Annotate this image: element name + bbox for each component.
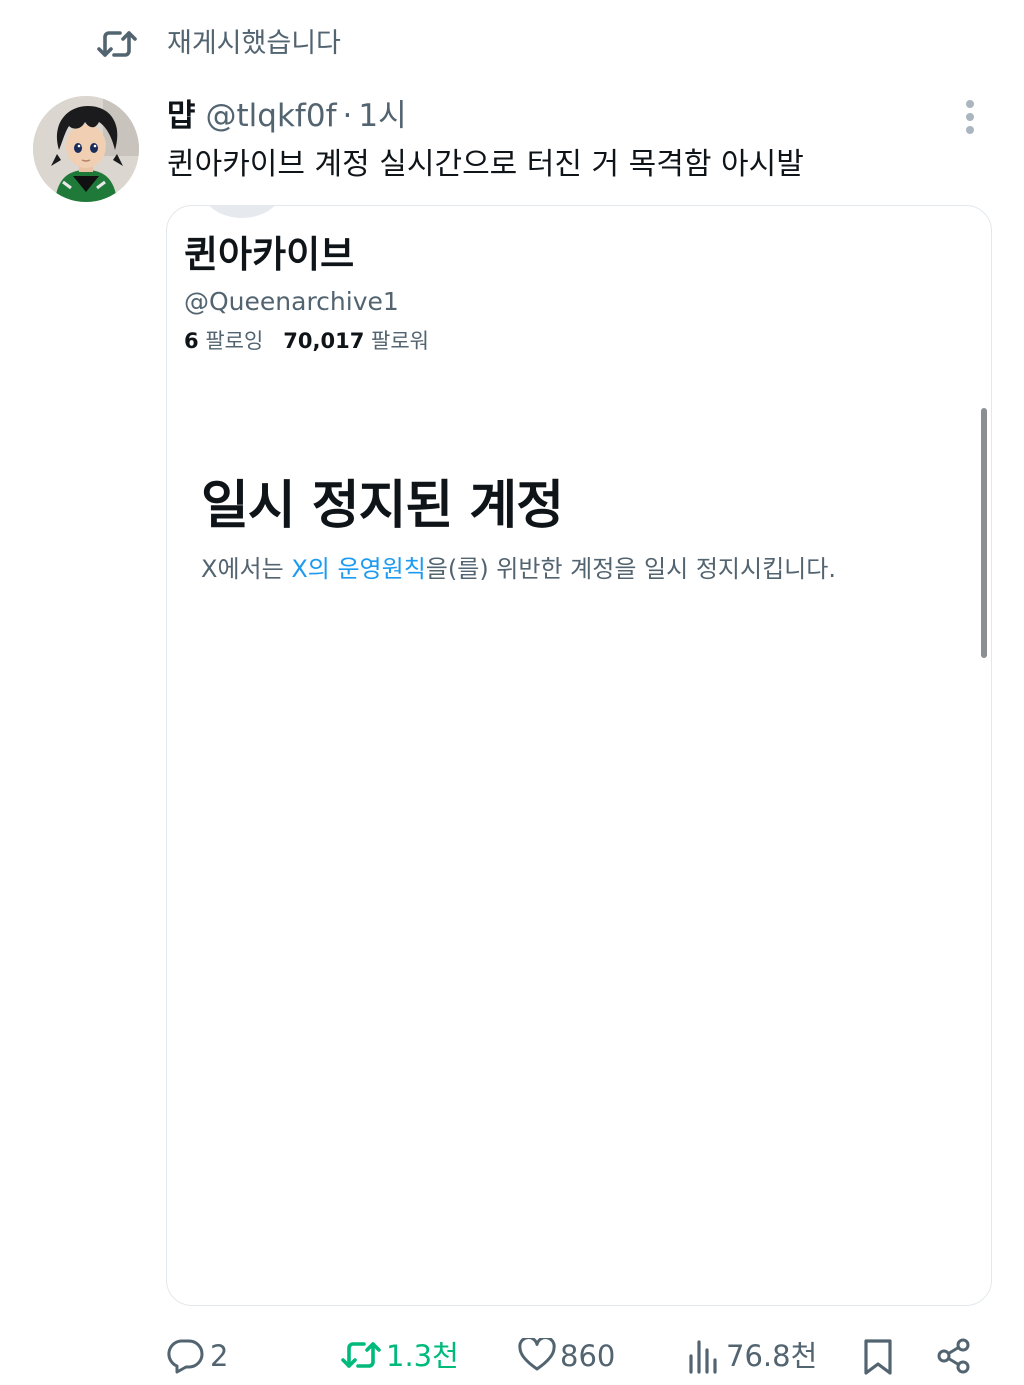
repost-button[interactable]: 1.3천 — [340, 1330, 470, 1382]
rules-link: X의 운영원칙 — [291, 555, 426, 583]
following-label: 팔로잉 — [205, 329, 264, 353]
attached-image[interactable]: 퀸아카이브 @Queenarchive1 6 팔로잉 70,017 팔로워 일시 … — [166, 205, 992, 1306]
bookmark-button[interactable] — [862, 1330, 898, 1382]
reply-count: 2 — [210, 1339, 229, 1373]
tweet-text: 퀸아카이브 계정 실시간으로 터진 거 목격함 아시발 — [167, 147, 804, 182]
repost-banner: 재게시했습니다 — [0, 22, 1024, 66]
screenshot-scrollbar — [981, 408, 987, 658]
tweet-header: 먑 @tlqkf0f · 1시 — [167, 94, 407, 138]
reply-button[interactable]: 2 — [166, 1330, 256, 1382]
repost-icon — [341, 1342, 381, 1368]
tweet-actions: 2 1.3천 860 76.8천 — [0, 1330, 1024, 1382]
views-button[interactable]: 76.8천 — [688, 1330, 828, 1382]
like-count: 860 — [560, 1339, 616, 1373]
author-avatar[interactable] — [33, 96, 139, 202]
share-icon — [937, 1338, 970, 1374]
heart-icon — [518, 1338, 556, 1371]
author-handle[interactable]: @tlqkf0f — [206, 98, 337, 134]
views-icon — [689, 1340, 717, 1374]
tweet-time[interactable]: 1시 — [358, 98, 406, 134]
header-separator: · — [342, 98, 353, 134]
cropped-profile-avatar — [202, 206, 282, 218]
follow-stats: 6 팔로잉 70,017 팔로워 — [184, 326, 429, 356]
followers-label: 팔로워 — [371, 329, 429, 353]
repost-label: 재게시했습니다 — [167, 28, 341, 59]
more-options-button[interactable] — [956, 96, 984, 138]
like-button[interactable]: 860 — [518, 1330, 638, 1382]
following-count: 6 — [184, 329, 199, 353]
repost-icon — [97, 31, 137, 57]
avatar-figure — [33, 96, 139, 202]
suspended-description: X에서는 X의 운영원칙을(를) 위반한 계정을 일시 정지시킵니다. — [201, 555, 836, 583]
share-button[interactable] — [936, 1330, 976, 1382]
tweet-page: 재게시했습니다 먑 @tlqkf0f · 1시 퀸아카이브 계정 실시간으로 터… — [0, 0, 1024, 1385]
repost-count: 1.3천 — [386, 1339, 459, 1373]
reply-icon — [167, 1339, 204, 1374]
suspended-title: 일시 정지된 계정 — [201, 476, 564, 536]
more-dots-icon — [966, 100, 974, 108]
suspended-profile-handle: @Queenarchive1 — [184, 287, 399, 316]
suspended-profile-name: 퀸아카이브 — [184, 233, 355, 276]
bookmark-icon — [864, 1339, 892, 1375]
followers-count: 70,017 — [283, 329, 365, 353]
author-display-name[interactable]: 먑 — [167, 98, 196, 134]
views-count: 76.8천 — [726, 1339, 818, 1373]
